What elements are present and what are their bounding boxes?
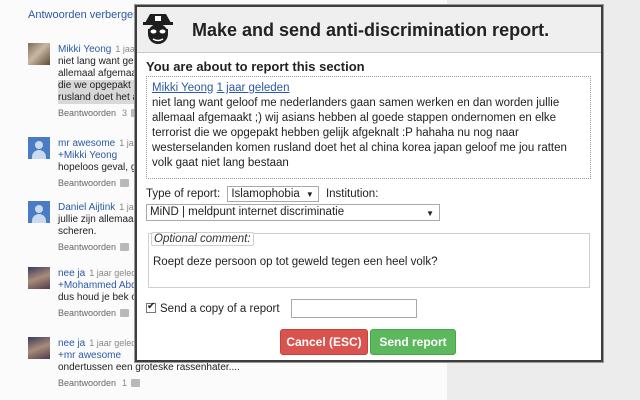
send-report-button[interactable]: Send report xyxy=(370,329,456,355)
send-copy-checkbox[interactable]: ✔ xyxy=(146,301,156,313)
quote-time-link[interactable]: 1 jaar geleden xyxy=(217,82,290,94)
thumbs-up-icon[interactable] xyxy=(131,379,141,387)
send-copy-row: ✔ Send a copy of a report xyxy=(146,301,280,315)
like-count: 3 xyxy=(122,108,128,118)
chevron-down-icon: ▼ xyxy=(426,209,434,218)
comment-author[interactable]: mr awesome xyxy=(58,138,115,149)
thumbs-up-icon[interactable] xyxy=(120,309,130,317)
institution-select[interactable]: MiND | meldpunt internet discriminatie ▼ xyxy=(146,204,440,221)
report-dialog: Make and send anti-discrimination report… xyxy=(135,5,603,362)
dialog-header: Make and send anti-discrimination report… xyxy=(137,7,601,53)
avatar[interactable] xyxy=(28,337,50,359)
report-type-select[interactable]: Islamophobia ▼ xyxy=(227,186,319,202)
reply-link[interactable]: Beantwoorden xyxy=(58,308,116,318)
like-count: 1 xyxy=(122,378,128,388)
comment-line: ondertussen een groteske rassenhater.... xyxy=(58,362,240,373)
avatar[interactable] xyxy=(28,137,50,159)
optional-comment-legend: Optional comment: xyxy=(151,232,254,246)
send-copy-label: Send a copy of a report xyxy=(160,303,280,315)
reply-link[interactable]: Beantwoorden xyxy=(58,378,116,388)
reply-link[interactable]: Beantwoorden xyxy=(58,178,116,188)
report-type-value: Islamophobia xyxy=(231,188,300,200)
hide-replies-link[interactable]: Antwoorden verbergen▲ xyxy=(28,9,150,21)
cancel-button[interactable]: Cancel (ESC) xyxy=(280,329,368,355)
avatar[interactable] xyxy=(28,43,50,65)
quoted-comment: Mikki Yeong 1 jaar geleden niet lang wan… xyxy=(146,76,591,179)
optional-comment-text[interactable]: Roept deze persoon op tot geweld tegen e… xyxy=(153,256,438,268)
institution-value: MiND | meldpunt internet discriminatie xyxy=(150,206,345,218)
comment-author[interactable]: nee ja xyxy=(58,268,85,279)
institution-label: Institution: xyxy=(325,188,379,201)
optional-comment-field[interactable]: Optional comment: Roept deze persoon op … xyxy=(148,232,590,288)
copy-email-input[interactable] xyxy=(291,299,417,318)
section-title: You are about to report this section xyxy=(146,59,365,74)
thumbs-up-icon[interactable] xyxy=(120,243,130,251)
quote-text: niet lang want geloof me nederlanders ga… xyxy=(152,97,567,169)
checkmark-icon: ✔ xyxy=(147,301,156,312)
report-type-row: Type of report: Islamophobia ▼ Institutio… xyxy=(146,186,378,202)
hide-replies-label: Antwoorden verbergen xyxy=(28,9,140,21)
reply-link[interactable]: Beantwoorden xyxy=(58,242,116,252)
reply-link[interactable]: Beantwoorden xyxy=(58,108,116,118)
avatar[interactable] xyxy=(28,267,50,289)
thumbs-up-icon[interactable] xyxy=(120,179,130,187)
type-label: Type of report: xyxy=(146,188,221,201)
comment-author[interactable]: nee ja xyxy=(58,338,85,349)
quote-author-link[interactable]: Mikki Yeong xyxy=(152,82,213,94)
avatar[interactable] xyxy=(28,201,50,223)
masked-agent-icon xyxy=(143,14,173,44)
dialog-title: Make and send anti-discrimination report… xyxy=(192,20,550,40)
comment-author[interactable]: Daniel Aijtink xyxy=(58,202,115,213)
comment-author[interactable]: Mikki Yeong xyxy=(58,44,111,55)
chevron-down-icon: ▼ xyxy=(305,190,314,199)
